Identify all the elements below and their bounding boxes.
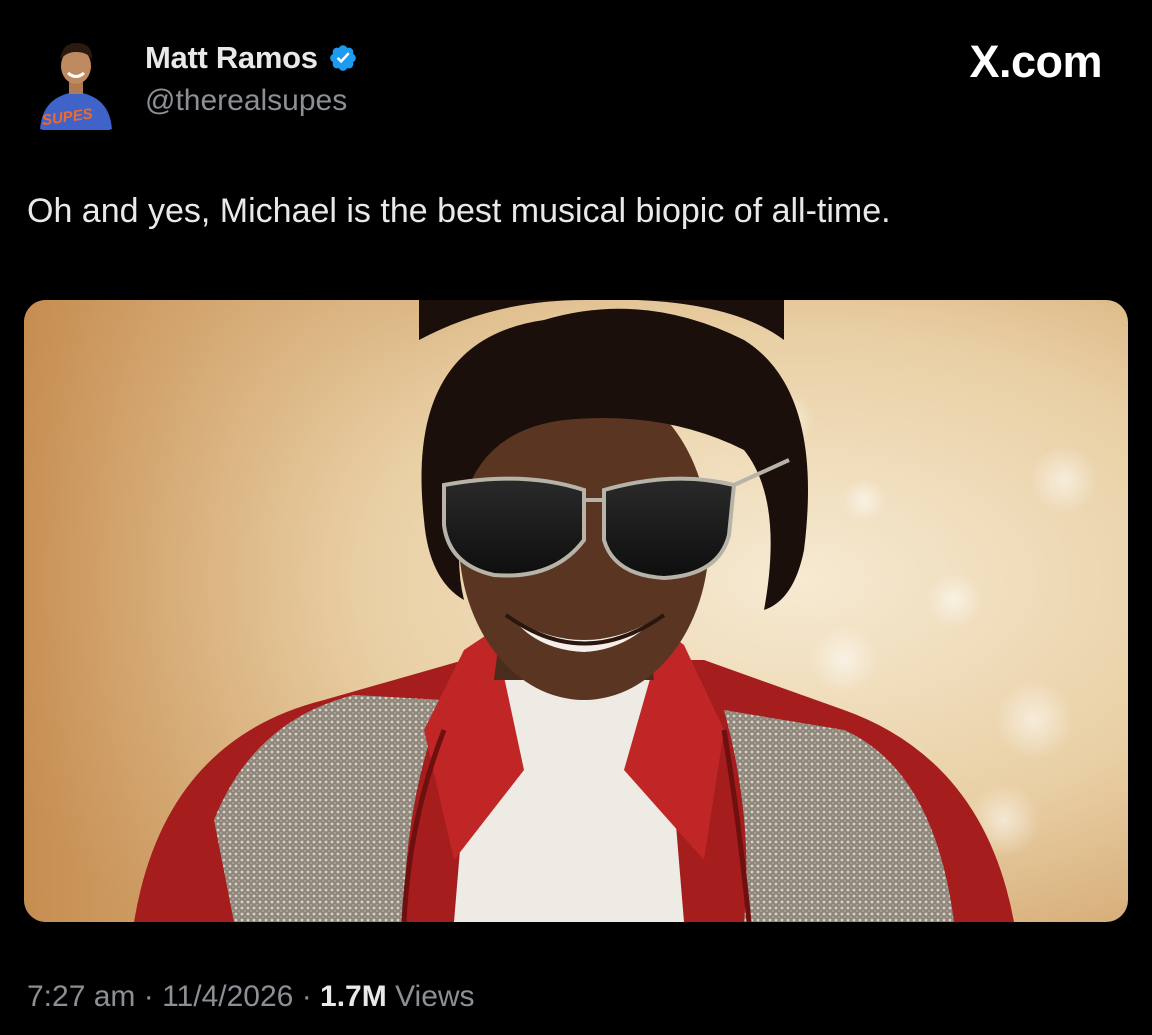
tweet-time[interactable]: 7:27 am <box>27 980 135 1013</box>
verified-badge-icon <box>328 43 358 73</box>
meta-separator: · <box>143 980 154 1013</box>
meta-separator: · <box>301 980 312 1013</box>
tweet-meta: 7:27 am · 11/4/2026 · 1.7M Views <box>27 980 475 1014</box>
tweet-text: Oh and yes, Michael is the best musical … <box>27 192 891 230</box>
author-display-name[interactable]: Matt Ramos <box>145 40 318 76</box>
brand-logo: X.com <box>969 36 1102 87</box>
author-handle[interactable]: @therealsupes <box>145 84 358 118</box>
views-label[interactable]: Views <box>395 980 474 1013</box>
tweet-date[interactable]: 11/4/2026 <box>162 980 293 1013</box>
tweet-photo[interactable] <box>24 300 1128 922</box>
views-count[interactable]: 1.7M <box>320 980 387 1013</box>
author-avatar[interactable]: SUPES <box>36 30 116 130</box>
author-block: Matt Ramos @therealsupes <box>145 40 358 118</box>
photo-icon <box>24 300 1128 922</box>
